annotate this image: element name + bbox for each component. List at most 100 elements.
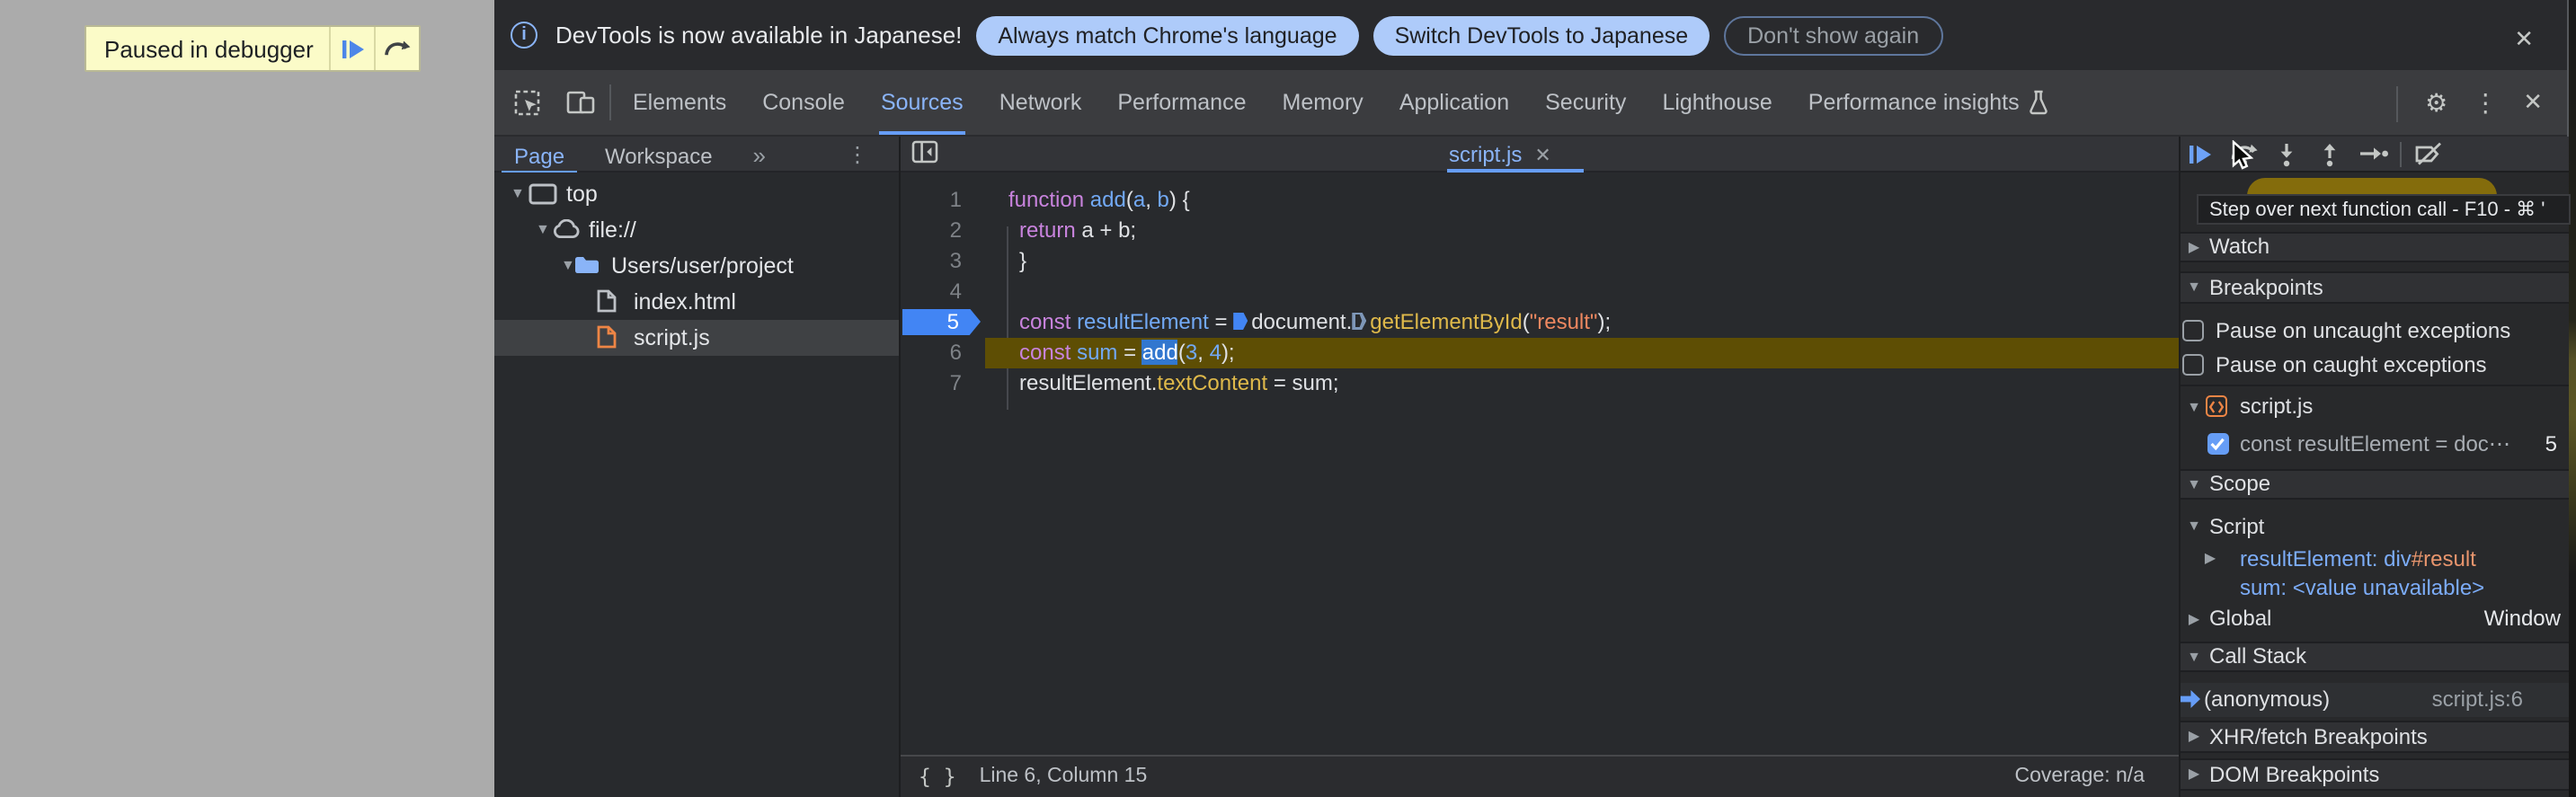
section-header-breakpoints[interactable]: ▼ Breakpoints: [2179, 271, 2568, 303]
tab-security[interactable]: Security: [1527, 70, 1644, 135]
call-stack-frame[interactable]: (anonymous) script.js:6: [2179, 682, 2568, 716]
tab-network[interactable]: Network: [982, 70, 1100, 135]
section-header-dom-breakpoints[interactable]: ▶ DOM Breakpoints: [2179, 758, 2568, 790]
step-over-overlay-button[interactable]: [374, 27, 420, 70]
tab-memory[interactable]: Memory: [1265, 70, 1381, 135]
checkbox-row-pause-on-caught-exceptions[interactable]: Pause on caught exceptions: [2179, 348, 2568, 382]
toggle-device-toolbar-button[interactable]: [555, 70, 606, 135]
pretty-print-button[interactable]: { }: [919, 764, 956, 789]
tab-label: Performance: [1117, 90, 1247, 115]
code-editor[interactable]: 1234567 function add(a, b) {return a + b…: [899, 173, 2179, 754]
editor-sidebar-divider[interactable]: [2179, 137, 2181, 797]
scope-variable-resultElement[interactable]: ▶ resultElement: div#result: [2179, 543, 2568, 573]
tab-performance[interactable]: Performance: [1099, 70, 1264, 135]
section-header-xhr-fetch-breakpoints[interactable]: ▶ XHR/fetch Breakpoints: [2179, 721, 2568, 752]
section-header-watch[interactable]: ▶ Watch: [2179, 231, 2568, 262]
code-line-2[interactable]: return a + b;: [985, 215, 2179, 245]
resume-button[interactable]: [2179, 137, 2222, 170]
code-line-3[interactable]: }: [985, 245, 2179, 276]
folder-icon: [575, 257, 599, 274]
line-number-7[interactable]: 7: [899, 368, 980, 398]
code-token: ) {: [1168, 186, 1190, 211]
switch-to-japanese-button[interactable]: Switch DevTools to Japanese: [1372, 15, 1710, 55]
step-into-button[interactable]: [2265, 137, 2308, 170]
section-header-call-stack[interactable]: ▼ Call Stack: [2179, 641, 2568, 672]
code-token: );: [1221, 339, 1235, 364]
scope-variable-sum[interactable]: sum: <value unavailable>: [2179, 572, 2568, 603]
line-number-4[interactable]: 4: [899, 276, 980, 306]
settings-gear-button[interactable]: ⚙: [2412, 89, 2460, 118]
navigator-tab-band: Page Workspace » ⋮: [494, 137, 899, 173]
tree-item-file-[interactable]: ▼ file://: [494, 212, 899, 247]
line-number-2[interactable]: 2: [899, 215, 980, 245]
code-token: (: [1522, 308, 1530, 333]
tab-elements[interactable]: Elements: [615, 70, 744, 135]
always-match-language-button[interactable]: Always match Chrome's language: [976, 15, 1359, 55]
code-token: getElementById: [1370, 308, 1523, 333]
more-tabs-chevron[interactable]: »: [737, 137, 782, 173]
code-line-5[interactable]: const resultElement = document. getElemen…: [985, 306, 2179, 337]
checkbox-row-pause-on-uncaught-exceptions[interactable]: Pause on uncaught exceptions: [2179, 314, 2568, 348]
tab-application[interactable]: Application: [1381, 70, 1527, 135]
breakpoint-badge[interactable]: 5: [902, 308, 981, 335]
tab-workspace[interactable]: Workspace: [589, 137, 729, 173]
devtools-close-button[interactable]: ✕: [2510, 90, 2555, 117]
breakpoint-checkbox[interactable]: [2207, 432, 2228, 455]
expand-arrow-icon[interactable]: ▼: [511, 186, 525, 202]
inline-breakpoint-marker[interactable]: [1233, 312, 1248, 330]
tab-console[interactable]: Console: [744, 70, 863, 135]
code-line-4[interactable]: [985, 276, 2179, 306]
expand-arrow-icon[interactable]: ▼: [536, 222, 550, 238]
code-token: =: [1208, 308, 1234, 333]
tab-performance-insights[interactable]: Performance insights: [1790, 70, 2068, 135]
tab-sources[interactable]: Sources: [863, 70, 982, 135]
toolbar-divider: [2396, 85, 2399, 121]
breakpoint-line-number: 5: [2545, 430, 2557, 456]
frame-location: script.js:6: [2431, 686, 2523, 712]
tree-item-label: script.js: [634, 324, 710, 350]
deactivate-breakpoints-button[interactable]: [2407, 137, 2450, 170]
navigator-editor-divider[interactable]: [899, 137, 901, 797]
inline-breakpoint-marker[interactable]: [1352, 312, 1367, 330]
debugger-sidebar: Step over next function call - F10 - ⌘ '…: [2179, 137, 2571, 797]
collapsed-arrow-icon[interactable]: ▶: [2202, 550, 2218, 566]
scope-group-global[interactable]: ▶ Global Window: [2179, 602, 2568, 634]
scope-group-script[interactable]: ▼ Script: [2179, 509, 2568, 543]
breakpoint-file-group[interactable]: ▼ script.js: [2179, 389, 2568, 424]
infobar-close-button[interactable]: ✕: [2510, 22, 2537, 58]
line-number-3[interactable]: 3: [899, 245, 980, 276]
code-line-6[interactable]: const sum = add(3, 4);: [985, 337, 2179, 368]
step-button[interactable]: [2351, 137, 2394, 170]
code-token: add: [1141, 339, 1178, 364]
code-token: ,: [1145, 186, 1158, 211]
more-options-button[interactable]: ⋮: [2460, 89, 2510, 118]
section-header-scope[interactable]: ▼ Scope: [2179, 468, 2568, 500]
code-line-7[interactable]: resultElement.textContent = sum;: [985, 368, 2179, 398]
file-navigator-tree: ▼ top ▼ file:// ▼ Users/user/project index.htm…: [494, 173, 899, 797]
checkbox[interactable]: [2182, 354, 2204, 376]
code-line-1[interactable]: function add(a, b) {: [985, 184, 2179, 215]
inspect-element-button[interactable]: [502, 70, 552, 135]
tab-lighthouse[interactable]: Lighthouse: [1644, 70, 1790, 135]
tree-item-label: top: [566, 181, 598, 207]
breakpoint-entry[interactable]: const resultElement = doc⋯ 5: [2179, 426, 2568, 461]
tab-page[interactable]: Page: [498, 137, 581, 173]
tree-item-users-user-project[interactable]: ▼ Users/user/project: [494, 248, 899, 283]
tree-item-index-html[interactable]: index.html: [494, 284, 899, 319]
line-number-1[interactable]: 1: [899, 184, 980, 215]
step-icon: [2359, 147, 2387, 160]
checkbox[interactable]: [2182, 320, 2204, 341]
code-token: = sum;: [1267, 369, 1339, 394]
line-number-5[interactable]: 5: [899, 306, 981, 337]
collapsed-arrow-icon: ▶: [2188, 766, 2200, 783]
flask-icon: [2030, 90, 2048, 115]
tree-item-top[interactable]: ▼ top: [494, 176, 899, 211]
dimmed-page-background: Paused in debugger: [0, 0, 494, 797]
dont-show-again-button[interactable]: Don't show again: [1724, 15, 1943, 55]
resume-script-overlay-button[interactable]: [329, 27, 375, 70]
navigator-more-options[interactable]: ⋮: [831, 137, 884, 173]
tab-bar-right-controls: ⚙ ⋮ ✕: [2393, 70, 2555, 137]
step-out-button[interactable]: [2308, 137, 2351, 170]
line-number-6[interactable]: 6: [899, 337, 980, 368]
tree-item-script-js[interactable]: script.js: [494, 320, 899, 355]
